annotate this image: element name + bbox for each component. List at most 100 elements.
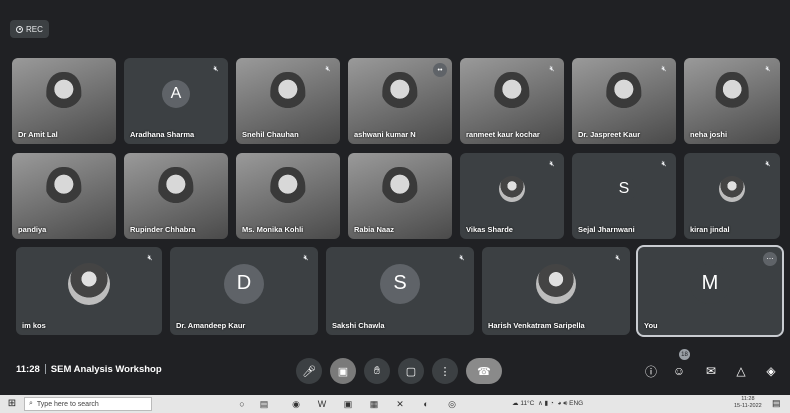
taskbar-search-placeholder: Type here to search xyxy=(36,400,99,408)
participant-video xyxy=(46,71,82,115)
participant-tile[interactable]: 🔇︎ neha joshi xyxy=(684,58,780,144)
avatar xyxy=(68,262,110,305)
browser-icon[interactable]: ◉ xyxy=(290,398,302,410)
participant-name: im kos xyxy=(22,321,46,330)
avatar: M xyxy=(690,263,730,304)
task-view-grid-icon[interactable]: ▤ xyxy=(258,398,270,410)
teams-icon[interactable]: ◐ xyxy=(420,398,432,410)
participant-tile[interactable]: Dr Amit Lal xyxy=(12,58,116,144)
task-view-icon[interactable]: ○ xyxy=(236,398,248,410)
participant-name: pandiya xyxy=(18,225,47,234)
mic-off-icon: 🔇︎ xyxy=(615,253,621,262)
participant-name: Harish Venkatram Saripella xyxy=(488,321,585,330)
leave-call-button[interactable]: ☎︎ xyxy=(466,358,502,384)
participant-tile[interactable]: 🔇︎ kiran jindal xyxy=(684,153,780,239)
participant-video xyxy=(270,166,306,210)
participant-name: Sakshi Chawla xyxy=(332,321,385,330)
participant-tile[interactable]: 🔇︎ Harish Venkatram Saripella xyxy=(482,247,630,335)
activities-icon: △ xyxy=(736,364,746,378)
participant-tile[interactable]: Rabia Naaz xyxy=(348,153,452,239)
mic-off-icon: 🔇︎ xyxy=(765,64,771,73)
participant-tile[interactable]: 🔇︎ S Sejal Jharnwani xyxy=(572,153,676,239)
present-screen-icon: ▢ xyxy=(405,365,417,378)
participant-tile[interactable]: 🔇︎ ranmeet kaur kochar xyxy=(460,58,564,144)
camera-button[interactable]: ▣ xyxy=(330,358,356,384)
self-tile[interactable]: ⋯ M You xyxy=(636,245,784,337)
meeting-details-button[interactable]: ⓘ xyxy=(642,362,660,380)
participant-name: ranmeet kaur kochar xyxy=(466,130,540,139)
more-options-button[interactable]: ⋮ xyxy=(432,358,458,384)
hand-icon: ✋︎ xyxy=(373,364,381,377)
more-options-icon[interactable]: ⋯ xyxy=(763,252,777,266)
shield-icon: ◈ xyxy=(766,364,776,378)
word-icon[interactable]: W xyxy=(316,398,328,410)
mic-off-icon: 🔇︎ xyxy=(765,159,771,168)
more-vertical-icon: ⋮ xyxy=(439,365,451,378)
participant-name: Aradhana Sharma xyxy=(130,130,195,139)
participant-tile[interactable]: Rupinder Chhabra xyxy=(124,153,228,239)
chat-button[interactable]: ✉ xyxy=(702,362,720,380)
participant-name: ashwani kumar N xyxy=(354,130,416,139)
taskbar-search-box[interactable]: ⌕ Type here to search xyxy=(24,397,152,411)
search-icon: ⌕ xyxy=(29,400,33,407)
app-icon[interactable]: ✕ xyxy=(394,398,406,410)
participant-tile[interactable]: 🔇︎ Dr. Jaspreet Kaur xyxy=(572,58,676,144)
participant-name: You xyxy=(644,321,658,330)
clock-time: 11:28 xyxy=(741,396,755,402)
participants-count-badge: 18 xyxy=(679,349,690,360)
chrome-icon[interactable]: ◎ xyxy=(446,398,458,410)
meeting-time: 11:28 xyxy=(16,364,40,375)
participant-name: neha joshi xyxy=(690,130,728,139)
participant-video xyxy=(715,71,749,115)
participant-tile[interactable]: 🔇︎ im kos xyxy=(16,247,162,335)
participant-tile[interactable]: 🔇︎ A Aradhana Sharma xyxy=(124,58,228,144)
participant-tile[interactable]: pandiya xyxy=(12,153,116,239)
host-controls-button[interactable]: ◈ xyxy=(762,362,780,380)
meeting-title: SEM Analysis Workshop xyxy=(50,364,162,375)
participant-video xyxy=(382,166,418,210)
speaking-indicator-icon: •• xyxy=(433,63,447,77)
participant-name: Dr. Jaspreet Kaur xyxy=(578,130,641,139)
people-button[interactable]: ☺ xyxy=(670,362,688,380)
participant-name: Rupinder Chhabra xyxy=(130,225,196,234)
microphone-button[interactable]: 🎤︎ xyxy=(296,358,322,384)
activities-button[interactable]: △ xyxy=(732,362,750,380)
participant-name: kiran jindal xyxy=(690,225,730,234)
participant-tile[interactable]: 🔇︎ Snehil Chauhan xyxy=(236,58,340,144)
store-icon[interactable]: ▦ xyxy=(368,398,380,410)
participant-tile[interactable]: 🔇︎ D Dr. Amandeep Kaur xyxy=(170,247,318,335)
system-tray[interactable]: ☁ 11°C ∧ ▮ ◔ ◕ 🔊︎ ENG xyxy=(512,399,583,408)
participant-name: Snehil Chauhan xyxy=(242,130,299,139)
taskbar-clock[interactable]: 11:28 15-11-2022 xyxy=(734,396,762,410)
windows-start-icon[interactable]: ⊞ xyxy=(6,398,18,410)
participant-tile[interactable]: 🔇︎ S Sakshi Chawla xyxy=(326,247,474,335)
language-indicator: ENG xyxy=(569,400,584,407)
notification-icon[interactable]: ▤ xyxy=(772,398,781,409)
participant-tile[interactable]: Ms. Monika Kohli xyxy=(236,153,340,239)
mic-off-icon: 🔇︎ xyxy=(303,253,309,262)
participant-name: Dr Amit Lal xyxy=(18,130,58,139)
chat-icon: ✉ xyxy=(705,364,717,378)
windows-taskbar: ⊞ ⌕ Type here to search ○ ▤ ◉ W ▣ ▦ ✕ ◐ … xyxy=(0,395,790,413)
avatar xyxy=(536,263,576,304)
present-button[interactable]: ▢ xyxy=(398,358,424,384)
mic-off-icon: 🔇︎ xyxy=(147,253,153,262)
mic-off-icon: 🔇︎ xyxy=(661,159,667,168)
mic-off-icon: 🔇︎ xyxy=(325,64,331,73)
microphone-icon: 🎤︎ xyxy=(302,365,316,378)
avatar xyxy=(719,176,745,203)
raise-hand-button[interactable]: ✋︎ xyxy=(364,358,390,384)
recording-indicator: REC xyxy=(10,20,49,38)
participant-tile[interactable]: 🔇︎ Vikas Sharde xyxy=(460,153,564,239)
mic-off-icon: 🔇︎ xyxy=(213,64,219,73)
meeting-info: 11:28 SEM Analysis Workshop xyxy=(16,364,162,375)
participant-tile[interactable]: •• ashwani kumar N xyxy=(348,58,452,144)
info-icon: ⓘ xyxy=(644,364,657,379)
clock-date: 15-11-2022 xyxy=(734,403,762,409)
participant-name: Vikas Sharde xyxy=(466,225,513,234)
weather-temperature: 11°C xyxy=(520,400,535,407)
participant-video xyxy=(158,166,194,210)
weather-icon: ☁ xyxy=(512,400,519,407)
file-explorer-icon[interactable]: ▣ xyxy=(342,398,354,410)
participant-name: Rabia Naaz xyxy=(354,225,395,234)
